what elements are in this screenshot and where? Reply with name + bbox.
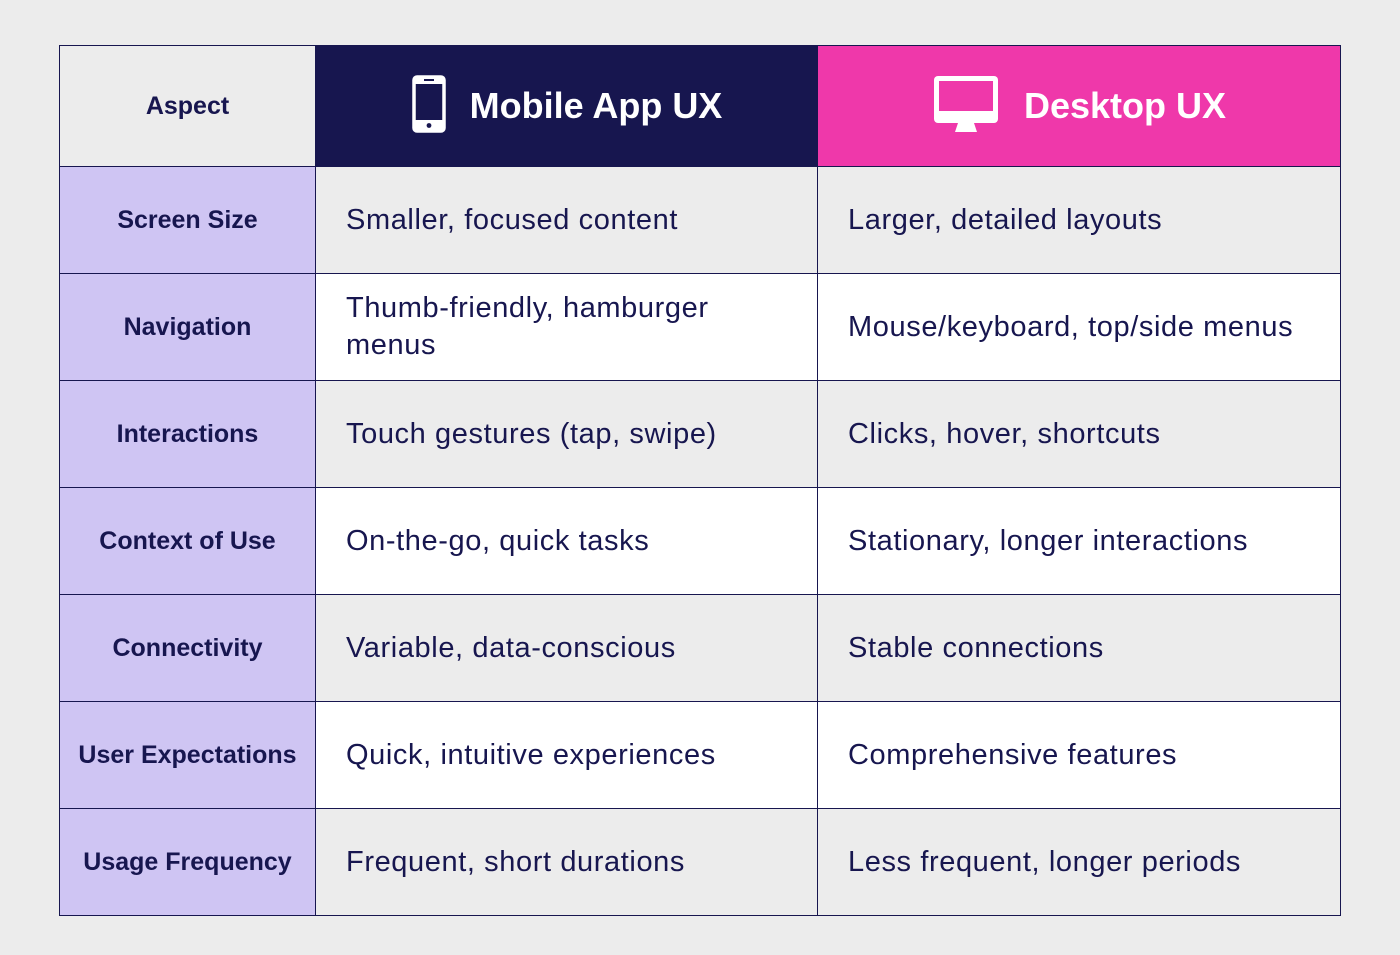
mobile-cell: Touch gestures (tap, swipe) xyxy=(316,381,818,487)
desktop-cell: Stable connections xyxy=(818,595,1340,701)
monitor-icon xyxy=(932,74,1000,139)
mobile-cell: Quick, intuitive experiences xyxy=(316,702,818,808)
header-mobile-label: Mobile App UX xyxy=(469,85,723,126)
smartphone-icon xyxy=(411,74,446,138)
aspect-cell: User Expectations xyxy=(60,702,316,808)
table-row: Navigation Thumb-friendly, hamburger men… xyxy=(60,273,1340,380)
mobile-cell: Thumb-friendly, hamburger menus xyxy=(316,274,818,380)
aspect-cell: Screen Size xyxy=(60,167,316,273)
desktop-cell: Mouse/keyboard, top/side menus xyxy=(818,274,1340,380)
header-desktop: Desktop UX xyxy=(818,46,1340,166)
header-mobile: Mobile App UX xyxy=(316,46,818,166)
header-aspect-label: Aspect xyxy=(145,91,230,120)
table-row: Usage Frequency Frequent, short duration… xyxy=(60,808,1340,915)
table-row: Interactions Touch gestures (tap, swipe)… xyxy=(60,380,1340,487)
aspect-cell: Navigation xyxy=(60,274,316,380)
desktop-cell: Clicks, hover, shortcuts xyxy=(818,381,1340,487)
mobile-cell: Smaller, focused content xyxy=(316,167,818,273)
table-row: Screen Size Smaller, focused content Lar… xyxy=(60,166,1340,273)
desktop-cell: Stationary, longer interactions xyxy=(818,488,1340,594)
comparison-table: Aspect Mobile App UX Desktop UX Screen S… xyxy=(59,45,1341,916)
table-row: Context of Use On-the-go, quick tasks St… xyxy=(60,487,1340,594)
mobile-cell: Variable, data-conscious xyxy=(316,595,818,701)
mobile-cell: On-the-go, quick tasks xyxy=(316,488,818,594)
aspect-cell: Interactions xyxy=(60,381,316,487)
header-aspect: Aspect xyxy=(60,46,316,166)
aspect-cell: Connectivity xyxy=(60,595,316,701)
aspect-cell: Context of Use xyxy=(60,488,316,594)
mobile-cell: Frequent, short durations xyxy=(316,809,818,915)
header-desktop-label: Desktop UX xyxy=(1023,85,1227,126)
aspect-cell: Usage Frequency xyxy=(60,809,316,915)
table-row: User Expectations Quick, intuitive exper… xyxy=(60,701,1340,808)
desktop-cell: Larger, detailed layouts xyxy=(818,167,1340,273)
desktop-cell: Comprehensive features xyxy=(818,702,1340,808)
table-row: Connectivity Variable, data-conscious St… xyxy=(60,594,1340,701)
table-header-row: Aspect Mobile App UX Desktop UX xyxy=(60,46,1340,166)
desktop-cell: Less frequent, longer periods xyxy=(818,809,1340,915)
